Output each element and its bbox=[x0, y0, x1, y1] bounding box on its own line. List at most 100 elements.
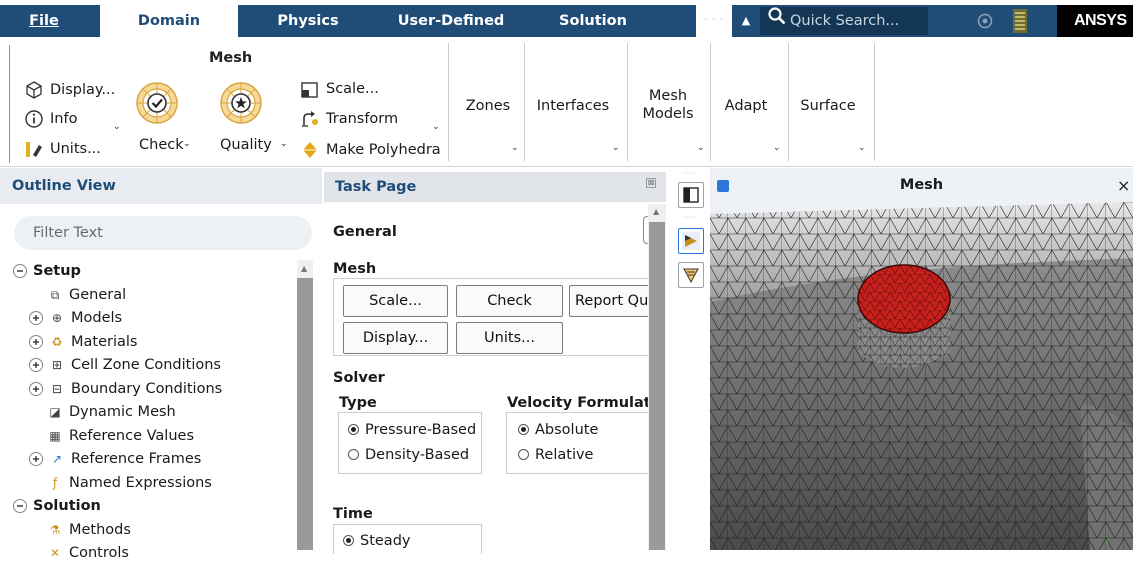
check-dropdown-caret: ⌄ bbox=[183, 139, 191, 149]
mesh-graphics-panel: Mesh × Y bbox=[710, 168, 1133, 550]
adapt-group[interactable]: Adapt bbox=[714, 97, 778, 115]
units-button[interactable]: Units... bbox=[456, 322, 563, 354]
zones-group[interactable]: Zones bbox=[452, 97, 524, 115]
close-icon[interactable]: ⊠ bbox=[646, 178, 656, 188]
quick-search-placeholder: Quick Search... bbox=[790, 13, 900, 29]
scale-icon bbox=[301, 82, 318, 98]
surface-dropdown-caret[interactable]: ⌄ bbox=[858, 143, 866, 153]
interfaces-dropdown-caret[interactable]: ⌄ bbox=[612, 143, 620, 153]
view-filter-icon bbox=[683, 268, 699, 284]
tree-item-controls[interactable]: ✕ Controls bbox=[47, 542, 129, 565]
ribbon-divider bbox=[9, 45, 10, 163]
check-button[interactable]: Check ⌄ bbox=[131, 81, 191, 165]
relative-radio[interactable]: Relative bbox=[518, 445, 593, 465]
surface-group[interactable]: Surface bbox=[790, 97, 866, 115]
window-layout-icon bbox=[683, 187, 699, 203]
mesh-models-label-line2: Models bbox=[642, 106, 694, 122]
document-icon[interactable] bbox=[1010, 8, 1030, 34]
tree-item-general[interactable]: ⧉ General bbox=[47, 284, 126, 307]
check-button[interactable]: Check bbox=[456, 285, 563, 317]
display-label: Display... bbox=[50, 82, 116, 98]
density-based-radio[interactable]: Density-Based bbox=[348, 445, 469, 465]
search-icon bbox=[768, 7, 790, 35]
tree-item-dynamic-mesh[interactable]: ◪ Dynamic Mesh bbox=[47, 401, 176, 424]
close-icon[interactable]: × bbox=[1117, 176, 1133, 195]
tree-item-label: Reference Values bbox=[69, 427, 194, 444]
expand-icon[interactable] bbox=[29, 334, 43, 349]
scroll-up-icon[interactable]: ▲ bbox=[653, 207, 659, 216]
info-button[interactable]: Info bbox=[24, 109, 77, 129]
window-layout-button[interactable] bbox=[678, 182, 704, 208]
menu-tab-physics[interactable]: Physics bbox=[258, 5, 358, 37]
scroll-up-icon[interactable]: ▲ bbox=[301, 264, 307, 273]
adapt-dropdown-caret[interactable]: ⌄ bbox=[773, 143, 781, 153]
mesh-models-group[interactable]: Mesh Models bbox=[630, 87, 706, 123]
tree-item-models[interactable]: ⊕ Models bbox=[29, 307, 122, 330]
tree-item-materials[interactable]: ♻ Materials bbox=[29, 331, 137, 354]
scale-button[interactable]: Scale... bbox=[300, 79, 379, 99]
expand-icon[interactable] bbox=[29, 381, 43, 396]
steady-radio[interactable]: Steady bbox=[343, 531, 410, 551]
mesh-models-dropdown-caret[interactable]: ⌄ bbox=[697, 143, 705, 153]
quality-button[interactable]: Quality ⌄ bbox=[218, 81, 290, 165]
outline-scrollbar[interactable]: ▲ bbox=[297, 260, 313, 550]
toolbar-grip: ⋯⋯ bbox=[683, 170, 697, 177]
display-button[interactable]: Display... bbox=[343, 322, 448, 354]
display-button[interactable]: Display... bbox=[24, 80, 115, 100]
velocity-formulation-label: Velocity Formulati bbox=[507, 395, 656, 411]
cell-zone-icon: ⊞ bbox=[51, 358, 63, 372]
tree-item-label: Reference Frames bbox=[71, 451, 202, 467]
menu-tab-solution[interactable]: Solution bbox=[540, 5, 646, 37]
tree-item-methods[interactable]: ⚗ Methods bbox=[47, 519, 131, 542]
tree-item-label: Controls bbox=[69, 545, 129, 561]
tree-item-label: Dynamic Mesh bbox=[69, 404, 176, 420]
info-label: Info bbox=[50, 111, 78, 127]
make-polyhedra-label: Make Polyhedra bbox=[326, 142, 441, 158]
tree-item-boundary-conditions[interactable]: ⊟ Boundary Conditions bbox=[29, 378, 222, 401]
tree-item-named-expressions[interactable]: ƒ Named Expressions bbox=[47, 472, 212, 495]
view-filter-button[interactable] bbox=[678, 262, 704, 288]
solver-label: Solver bbox=[333, 370, 385, 386]
tree-item-label: Solution bbox=[33, 498, 101, 514]
task-page-scrollbar[interactable]: ▲ bbox=[648, 204, 666, 550]
scrollbar-thumb[interactable] bbox=[649, 222, 665, 550]
task-page-title: Task Page bbox=[324, 172, 666, 202]
interfaces-group[interactable]: Interfaces bbox=[528, 97, 618, 115]
models-icon: ⊕ bbox=[51, 311, 63, 325]
menu-tab-file[interactable]: File bbox=[10, 5, 78, 37]
help-icon[interactable] bbox=[976, 12, 994, 30]
check-label: Check bbox=[139, 137, 184, 153]
tree-item-setup[interactable]: Setup bbox=[13, 260, 81, 283]
menu-tab-user-defined[interactable]: User-Defined bbox=[386, 5, 516, 37]
expand-icon[interactable] bbox=[29, 358, 43, 372]
report-quality-button[interactable]: Report Qua bbox=[569, 285, 649, 317]
collapse-icon[interactable] bbox=[13, 264, 27, 278]
filter-text-input[interactable] bbox=[14, 216, 312, 250]
units-button[interactable]: Units... bbox=[24, 139, 101, 159]
menu-tab-domain[interactable]: Domain bbox=[100, 5, 238, 37]
absolute-radio[interactable]: Absolute bbox=[518, 420, 598, 440]
mesh-viewport[interactable]: Y bbox=[710, 202, 1133, 550]
make-polyhedra-button[interactable]: Make Polyhedra bbox=[300, 140, 441, 160]
tree-item-reference-values[interactable]: ▦ Reference Values bbox=[47, 425, 194, 448]
ribbon-separator bbox=[524, 43, 525, 161]
zones-dropdown-caret[interactable]: ⌄ bbox=[511, 143, 519, 153]
scale-label: Scale... bbox=[326, 81, 379, 97]
collapse-icon[interactable] bbox=[13, 499, 27, 513]
reference-values-icon: ▦ bbox=[49, 428, 61, 443]
info-dropdown-caret[interactable]: ⌄ bbox=[113, 122, 121, 132]
scrollbar-thumb[interactable] bbox=[297, 278, 313, 550]
mesh-panel-title: Mesh bbox=[899, 177, 944, 193]
pressure-based-radio[interactable]: Pressure-Based bbox=[348, 420, 476, 440]
rotate-view-button[interactable] bbox=[678, 228, 704, 254]
transform-button[interactable]: Transform bbox=[300, 109, 398, 129]
tree-item-cell-zone-conditions[interactable]: ⊞ Cell Zone Conditions bbox=[29, 354, 221, 377]
transform-dropdown-caret[interactable]: ⌄ bbox=[432, 122, 440, 132]
scale-button[interactable]: Scale... bbox=[343, 285, 448, 317]
expand-icon[interactable] bbox=[29, 311, 43, 325]
expand-icon[interactable] bbox=[29, 452, 43, 466]
tree-item-solution[interactable]: Solution bbox=[13, 495, 101, 518]
quick-search-input[interactable]: Quick Search... bbox=[760, 7, 928, 35]
tree-item-reference-frames[interactable]: ↗ Reference Frames bbox=[29, 448, 201, 471]
ribbon-collapse-icon[interactable]: ▲ bbox=[732, 5, 760, 37]
